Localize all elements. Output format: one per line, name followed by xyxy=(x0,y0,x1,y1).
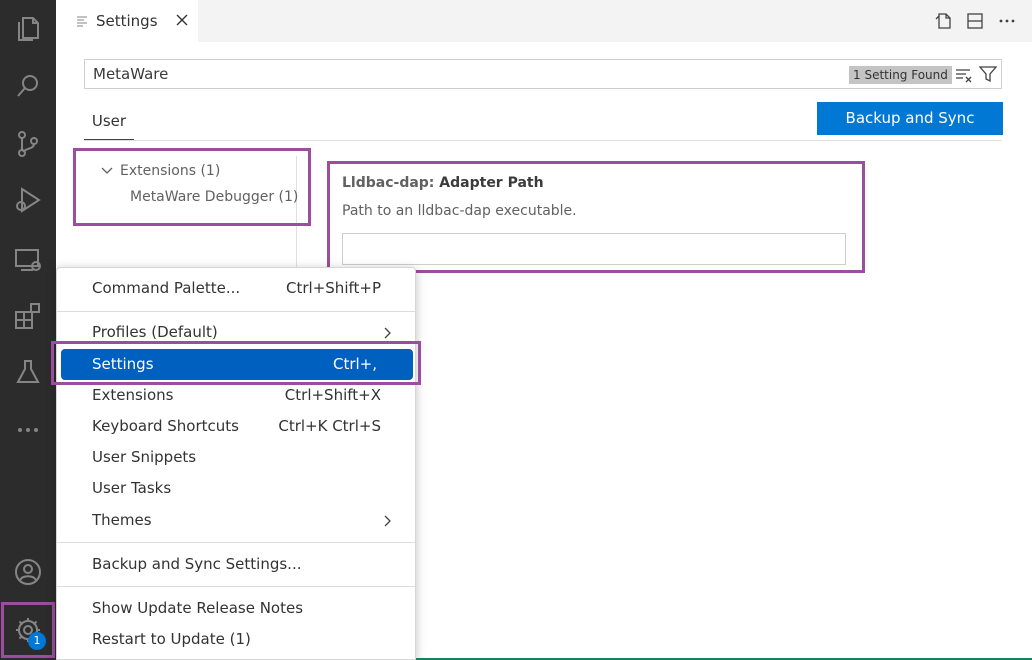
tab-settings[interactable]: Settings xyxy=(56,0,198,42)
explorer-icon[interactable] xyxy=(0,0,56,56)
source-control-icon[interactable] xyxy=(0,116,56,172)
remote-explorer-icon[interactable] xyxy=(0,232,56,288)
chevron-right-icon xyxy=(384,327,391,339)
toc-highlight-box xyxy=(73,148,311,226)
more-icon[interactable] xyxy=(0,402,56,458)
menu-item-label: Keyboard Shortcuts xyxy=(92,417,239,435)
editor-tab-bar: Settings xyxy=(56,0,1032,42)
menu-item-shortcut: Ctrl+Shift+X xyxy=(284,386,381,404)
menu-item-label: Backup and Sync Settings... xyxy=(92,555,302,573)
menu-item-label: Restart to Update (1) xyxy=(92,630,251,648)
editor-actions xyxy=(932,10,1018,32)
menu-separator xyxy=(57,586,415,587)
menu-item-profiles[interactable]: Profiles (Default) xyxy=(61,319,413,346)
menu-item-label: User Snippets xyxy=(92,448,197,466)
menu-item-themes[interactable]: Themes xyxy=(61,507,413,534)
menu-separator xyxy=(57,542,415,543)
testing-icon[interactable] xyxy=(0,344,56,400)
more-actions-icon[interactable] xyxy=(996,10,1018,32)
menu-item-shortcut: Ctrl+, xyxy=(332,355,377,373)
tab-label: Settings xyxy=(96,12,158,30)
settings-search-input[interactable] xyxy=(93,64,693,84)
menu-item-backup-sync[interactable]: Backup and Sync Settings... xyxy=(61,551,413,578)
close-icon[interactable] xyxy=(173,11,191,29)
manage-menu: Command Palette... Ctrl+Shift+P Profiles… xyxy=(56,267,416,660)
setting-highlight-box xyxy=(327,161,865,273)
tab-user[interactable]: User xyxy=(84,106,134,140)
backup-sync-button[interactable]: Backup and Sync Settings xyxy=(817,102,1003,160)
menu-item-settings[interactable]: Settings Ctrl+, xyxy=(61,349,413,380)
menu-item-restart-update[interactable]: Restart to Update (1) xyxy=(61,626,413,653)
search-icon[interactable] xyxy=(0,58,56,114)
scope-divider xyxy=(84,140,1002,141)
menu-item-label: Extensions xyxy=(92,386,174,404)
activity-bar: 1 xyxy=(0,0,56,660)
filter-icon[interactable] xyxy=(979,65,997,83)
menu-item-label: Themes xyxy=(92,511,152,529)
open-settings-json-icon[interactable] xyxy=(932,10,954,32)
result-count-badge: 1 Setting Found xyxy=(849,66,952,84)
menu-item-user-tasks[interactable]: User Tasks xyxy=(61,475,413,502)
menu-item-extensions[interactable]: Extensions Ctrl+Shift+X xyxy=(61,382,413,409)
chevron-right-icon xyxy=(384,515,391,527)
settings-search-box: 1 Setting Found xyxy=(84,59,1002,89)
menu-item-release-notes[interactable]: Show Update Release Notes xyxy=(61,595,413,622)
manage-badge: 1 xyxy=(28,632,46,650)
menu-item-shortcut: Ctrl+Shift+P xyxy=(286,279,381,297)
settings-file-icon xyxy=(77,16,87,27)
menu-item-label: Profiles (Default) xyxy=(92,323,218,341)
menu-item-user-snippets[interactable]: User Snippets xyxy=(61,444,413,471)
menu-item-shortcut: Ctrl+K Ctrl+S xyxy=(278,417,381,435)
menu-item-label: Command Palette... xyxy=(92,279,241,297)
menu-item-label: User Tasks xyxy=(92,479,172,497)
extensions-icon[interactable] xyxy=(0,288,56,344)
run-debug-icon[interactable] xyxy=(0,172,56,228)
clear-filter-icon[interactable] xyxy=(955,66,973,84)
menu-item-label: Show Update Release Notes xyxy=(92,599,304,617)
manage-gear-icon[interactable]: 1 xyxy=(1,602,55,658)
split-editor-icon[interactable] xyxy=(964,10,986,32)
menu-separator xyxy=(57,311,415,312)
menu-item-keyboard-shortcuts[interactable]: Keyboard Shortcuts Ctrl+K Ctrl+S xyxy=(61,413,413,440)
accounts-icon[interactable] xyxy=(0,544,56,600)
menu-item-command-palette[interactable]: Command Palette... Ctrl+Shift+P xyxy=(61,275,413,302)
menu-item-label: Settings xyxy=(92,355,154,373)
